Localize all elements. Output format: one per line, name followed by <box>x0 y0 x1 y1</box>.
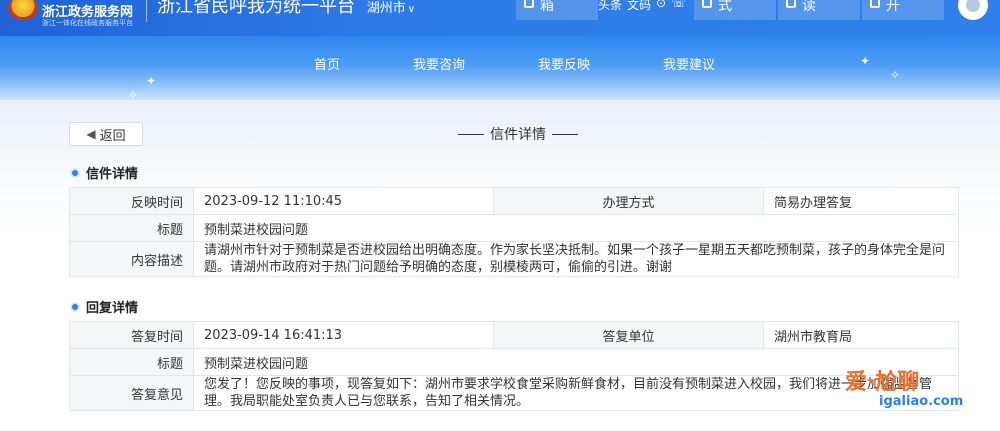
phone-icon[interactable]: ☏ <box>671 0 686 13</box>
table-row: 答复时间 2023-09-14 16:41:13 答复单位 湖州市教育局 <box>69 321 959 349</box>
letter-content-label: 内容描述 <box>69 241 194 277</box>
table-row: 反映时间 2023-09-12 11:10:45 办理方式 简易办理答复 <box>69 187 959 215</box>
table-row: 标题 预制菜进校园问题 <box>69 348 959 376</box>
chevron-down-icon: ∨ <box>407 4 416 15</box>
mode-button-label: 式 <box>718 0 732 14</box>
header-divider <box>146 0 147 22</box>
read-button-label: 读 <box>802 0 816 14</box>
main-nav: 首页 我要咨询 我要反映 我要建议 <box>0 54 1000 74</box>
letter-time-value: 2023-09-12 11:10:45 <box>193 187 494 215</box>
national-emblem-icon <box>8 0 38 20</box>
toutiao-icon[interactable]: 头条 <box>598 0 622 13</box>
nav-item-report[interactable]: 我要反映 <box>538 54 590 73</box>
open-icon <box>870 0 880 8</box>
city-selector[interactable]: 湖州市 ∨ <box>367 1 415 16</box>
bird-icon: ✦ <box>146 74 157 88</box>
reply-section-title: 回复详情 <box>86 301 139 316</box>
read-button[interactable]: 读 <box>778 0 860 20</box>
watermark-logo: 爱·尬聊 <box>845 370 920 395</box>
page-title: 信件详情 <box>452 124 584 144</box>
open-button[interactable]: 开 <box>862 0 944 20</box>
code-icon[interactable]: 文码 <box>627 0 651 13</box>
city-name: 湖州市 <box>366 1 406 16</box>
reply-unit-label: 答复单位 <box>493 321 764 349</box>
letter-subject-value: 预制菜进校园问题 <box>193 214 959 242</box>
mailbox-button-label: 箱 <box>540 0 554 14</box>
page-title-text: 信件详情 <box>490 127 546 143</box>
table-row: 内容描述 请湖州市针对于预制菜是否进校园给出明确态度。作为家长坚决抵制。如果一个… <box>69 241 959 277</box>
reply-table: 答复时间 2023-09-14 16:41:13 答复单位 湖州市教育局 标题 … <box>69 321 959 411</box>
reply-unit-value: 湖州市教育局 <box>763 321 959 349</box>
letter-section-header: 信件详情 <box>72 163 138 182</box>
watermark-url: igaliao.com <box>879 394 964 409</box>
site-title-text: 浙江省民呼我为统一平台 <box>157 0 355 17</box>
letter-method-label: 办理方式 <box>493 187 764 215</box>
reply-time-label: 答复时间 <box>69 321 194 349</box>
utility-icons: 头条 文码 ⊙ ☏ <box>598 0 686 13</box>
reply-opinion-value: 您发了！您反映的事项，现答复如下：湖州市要求学校食堂采购新鲜食材，目前没有预制菜… <box>193 375 959 411</box>
mode-icon <box>702 0 712 8</box>
nav-item-home[interactable]: 首页 <box>314 54 340 73</box>
letter-table: 反映时间 2023-09-12 11:10:45 办理方式 简易办理答复 标题 … <box>69 187 959 277</box>
mailbox-icon <box>524 0 534 8</box>
letter-method-value: 简易办理答复 <box>763 187 959 215</box>
avatar[interactable] <box>958 0 988 20</box>
letter-time-label: 反映时间 <box>69 187 194 215</box>
nav-item-suggest[interactable]: 我要建议 <box>663 54 715 73</box>
back-arrow-icon: ◀ <box>86 127 96 141</box>
back-button-label: 返回 <box>99 128 126 144</box>
bullet-icon <box>72 303 78 310</box>
letter-content-value: 请湖州市针对于预制菜是否进校园给出明确态度。作为家长坚决抵制。如果一个孩子一星期… <box>193 241 959 277</box>
back-button[interactable]: ◀ 返回 <box>69 122 143 146</box>
letter-section-title: 信件详情 <box>86 167 139 182</box>
mailbox-button[interactable]: 箱 <box>516 0 598 20</box>
title-dash-left <box>458 133 484 135</box>
reply-subject-label: 标题 <box>69 348 194 376</box>
nav-item-consult[interactable]: 我要咨询 <box>413 54 465 73</box>
reply-subject-value: 预制菜进校园问题 <box>193 348 959 376</box>
site-logo[interactable]: 浙江政务服务网 浙江一体化在线政务服务平台 <box>0 0 140 36</box>
open-button-label: 开 <box>886 0 900 14</box>
reply-section-header: 回复详情 <box>72 297 138 316</box>
logo-subtitle: 浙江一体化在线政务服务平台 <box>42 19 133 28</box>
reply-time-value: 2023-09-14 16:41:13 <box>193 321 494 349</box>
top-bar: 浙江政务服务网 浙江一体化在线政务服务平台 浙江省民呼我为统一平台 湖州市 ∨ 箱… <box>0 0 1000 36</box>
bullet-icon <box>72 169 78 176</box>
title-dash-right <box>552 133 578 135</box>
site-title: 浙江省民呼我为统一平台 湖州市 ∨ <box>157 0 415 18</box>
read-icon <box>786 0 796 8</box>
chat-icon[interactable]: ⊙ <box>656 0 666 13</box>
letter-subject-label: 标题 <box>69 214 194 242</box>
table-row: 答复意见 您发了！您反映的事项，现答复如下：湖州市要求学校食堂采购新鲜食材，目前… <box>69 375 959 411</box>
reply-opinion-label: 答复意见 <box>69 375 194 411</box>
table-row: 标题 预制菜进校园问题 <box>69 214 959 242</box>
mode-button[interactable]: 式 <box>694 0 776 20</box>
